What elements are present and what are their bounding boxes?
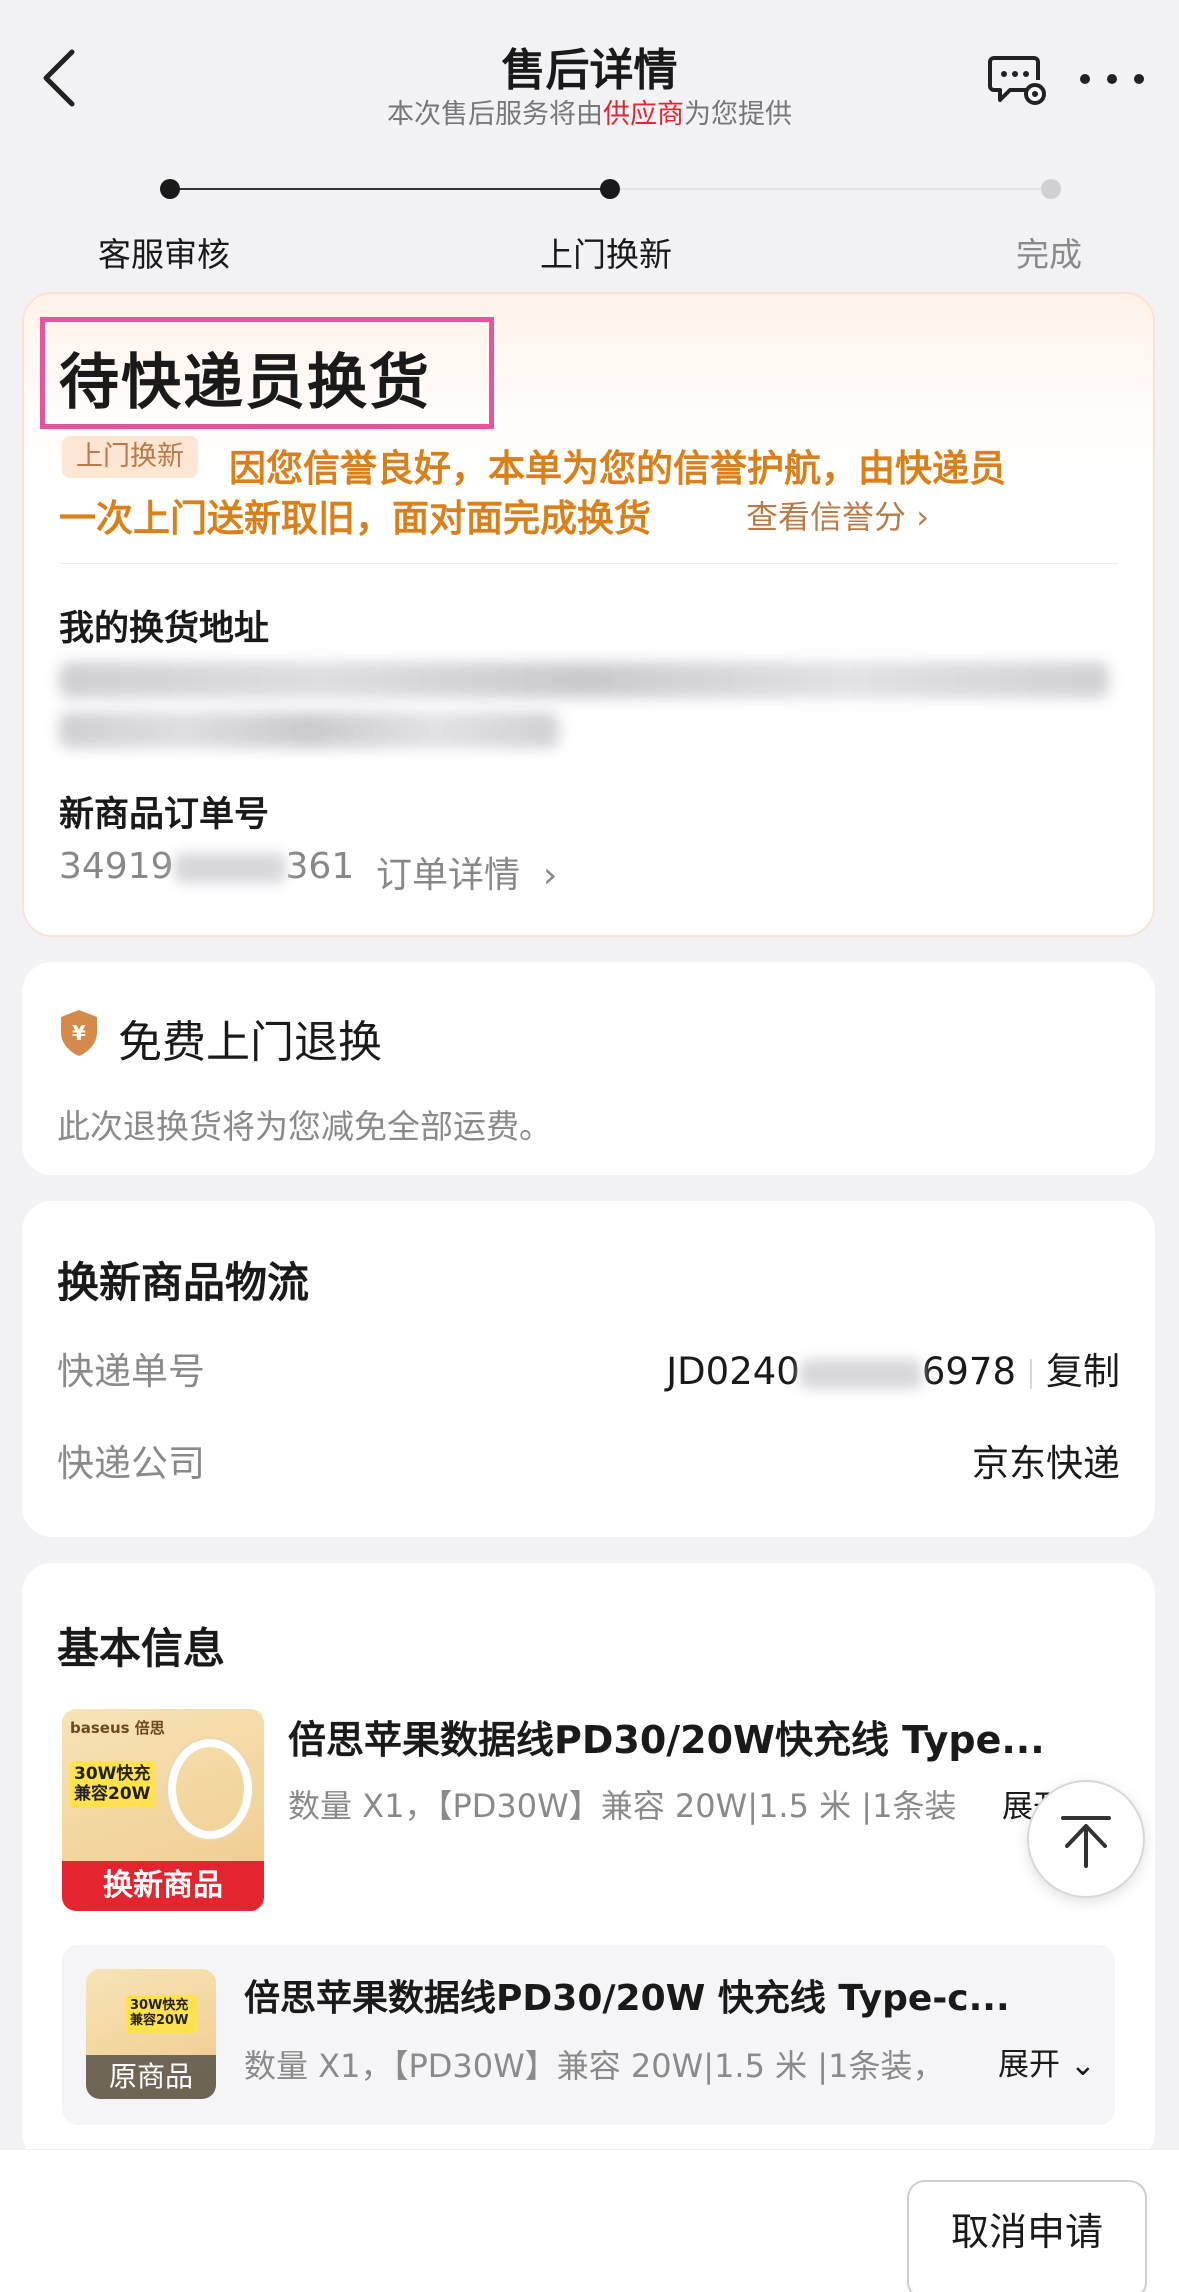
order-detail-label: 订单详情 [376, 855, 521, 896]
progress-steps: 客服审核 上门换新 完成 [0, 170, 1179, 274]
new-order-number: 34919 361 [59, 846, 354, 887]
header: 售后详情 本次售后服务将由供应商为您提供 [0, 0, 1179, 150]
original-product-badge: 原商品 [86, 2055, 216, 2099]
address-label: 我的换货地址 [59, 609, 270, 649]
original-product-thumbnail: 30W快充 兼容20W 原商品 [86, 1969, 216, 2099]
step-dot-3 [1041, 179, 1061, 199]
more-options-icon[interactable] [1080, 66, 1144, 92]
original-product-expand[interactable]: 展开 ⌄ [998, 2039, 1096, 2084]
new-product-name[interactable]: 倍思苹果数据线PD30/20W快充线 Type... [288, 1709, 1118, 1764]
new-product-thumbnail[interactable]: baseus 倍思 30W快充 兼容20W 换新商品 [62, 1709, 264, 1911]
tracking-end: 6978 [921, 1350, 1016, 1393]
new-product-spec: 数量 X1，【PD30W】兼容 20W|1.5 米 |1条装 [288, 1787, 957, 1825]
thumb-promo: 30W快充 兼容20W [70, 1761, 156, 1809]
copy-button[interactable]: 复制 [1046, 1350, 1120, 1393]
credit-message-line2: 一次上门送新取旧，面对面完成换货 [59, 497, 651, 540]
tracking-label: 快递单号 [57, 1350, 205, 1393]
chevron-right-icon: › [542, 855, 558, 896]
status-card: 待快递员换货 上门换新 因您信誉良好，本单为您的信誉护航，由快递员 一次上门送新… [22, 292, 1155, 937]
step-label-3: 完成 [1016, 235, 1082, 274]
chevron-down-icon: ⌄ [1069, 2047, 1096, 2083]
step-label-2: 上门换新 [540, 235, 672, 274]
thumb-brand: baseus 倍思 [70, 1719, 165, 1737]
free-service-title: 免费上门退换 [118, 1017, 382, 1068]
cancel-application-button[interactable]: 取消申请 [907, 2180, 1147, 2292]
order-number-blur [173, 853, 286, 883]
tracking-value: JD0240 6978 复制 [666, 1341, 1120, 1395]
back-to-top-icon[interactable] [1027, 1780, 1145, 1898]
original-product-name: 倍思苹果数据线PD30/20W 快充线 Type-c... [244, 1978, 1010, 2019]
address-blurred-line2 [59, 712, 559, 748]
svg-text:¥: ¥ [72, 1021, 86, 1045]
service-tag: 上门换新 [62, 436, 198, 478]
step-dot-1 [160, 179, 180, 199]
new-order-label: 新商品订单号 [59, 795, 270, 835]
status-title: 待快递员换货 [59, 348, 431, 418]
customer-service-icon[interactable] [988, 52, 1048, 108]
view-credit-label: 查看信誉分 [746, 498, 907, 536]
basic-info-title: 基本信息 [57, 1624, 226, 1673]
address-blurred-line1 [59, 662, 1109, 698]
view-credit-link[interactable]: 查看信誉分 › [746, 492, 929, 538]
divider [59, 563, 1118, 564]
bottom-bar: 取消申请 [0, 2150, 1179, 2292]
progress-line-pending [610, 188, 1050, 190]
progress-line-done [170, 188, 610, 190]
courier-value: 京东快递 [972, 1442, 1120, 1485]
tracking-blur [799, 1358, 922, 1389]
step-label-1: 客服审核 [98, 235, 230, 274]
new-product-badge: 换新商品 [62, 1861, 264, 1911]
logistics-card: 换新商品物流 快递单号 JD0240 6978 复制 快递公司 京东快递 [22, 1201, 1155, 1537]
free-service-card: ¥ 免费上门退换 此次退换货将为您减免全部运费。 [22, 962, 1155, 1175]
step-dot-2 [600, 179, 620, 199]
tracking-start: JD0240 [666, 1350, 800, 1393]
basic-info-card: 基本信息 baseus 倍思 30W快充 兼容20W 换新商品 倍思苹果数据线P… [22, 1563, 1155, 2163]
shield-yen-icon: ¥ [57, 1008, 101, 1058]
logistics-title: 换新商品物流 [57, 1258, 310, 1307]
separator [1030, 1358, 1032, 1389]
free-service-description: 此次退换货将为您减免全部运费。 [57, 1107, 552, 1146]
order-detail-link[interactable]: 订单详情 › [376, 846, 557, 898]
chevron-right-icon: › [916, 498, 929, 536]
subtitle-prefix: 本次售后服务将由 [387, 99, 603, 130]
credit-message-line1: 因您信誉良好，本单为您的信誉护航，由快递员 [229, 447, 1006, 490]
order-number-start: 34919 [59, 846, 174, 887]
original-product-row[interactable]: 30W快充 兼容20W 原商品 倍思苹果数据线PD30/20W 快充线 Type… [62, 1945, 1115, 2125]
subtitle-highlight: 供应商 [603, 99, 684, 130]
cable-image [168, 1739, 252, 1839]
original-product-spec: 数量 X1，【PD30W】兼容 20W|1.5 米 |1条装， [244, 2047, 945, 2085]
courier-label: 快递公司 [57, 1442, 205, 1485]
thumb-promo: 30W快充 兼容20W [126, 1995, 198, 2033]
subtitle-suffix: 为您提供 [684, 99, 792, 130]
original-expand-label: 展开 [998, 2047, 1060, 2083]
order-number-end: 361 [285, 846, 355, 887]
